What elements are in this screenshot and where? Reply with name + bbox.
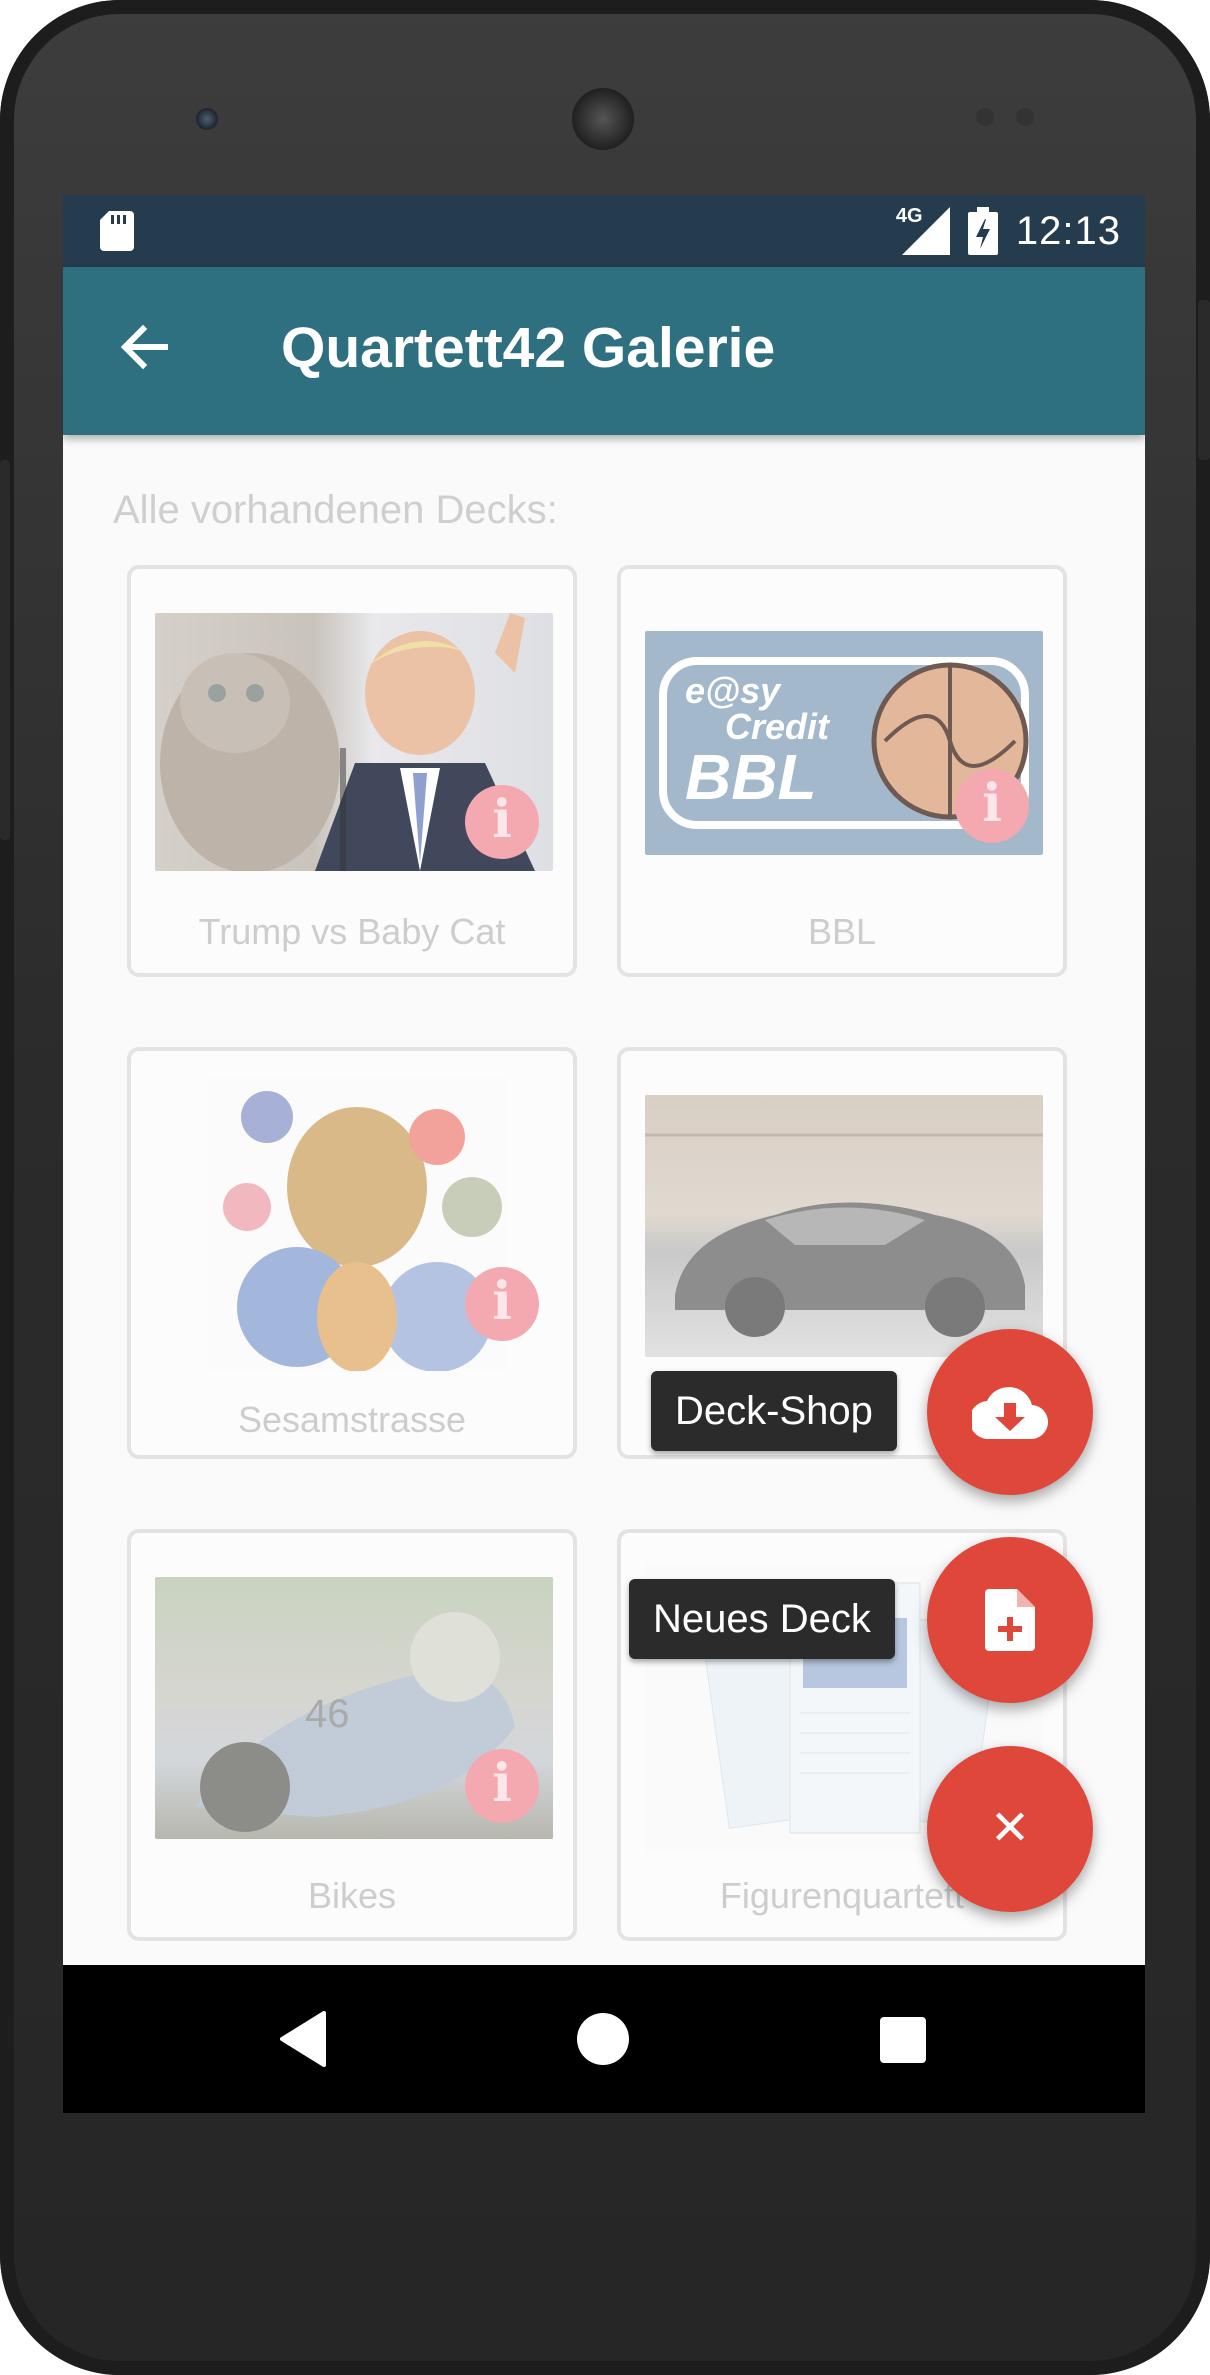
deck-shop-button[interactable] [927, 1329, 1093, 1495]
deck-card[interactable]: i Sesamstrasse [127, 1047, 577, 1459]
power-button [1198, 300, 1210, 460]
light-sensor [1016, 108, 1034, 126]
deck-name: Bikes [307, 1875, 397, 1916]
volume-button [0, 460, 10, 840]
deck-name: BBL [807, 911, 877, 952]
deck-shop-tooltip[interactable]: Deck-Shop [651, 1371, 897, 1451]
front-camera-icon [196, 108, 218, 130]
deck-name: Trump vs Baby Cat [198, 911, 506, 952]
deck-thumbnail [645, 1095, 1043, 1357]
gallery-subtitle: Alle vorhandenen Decks: [113, 488, 558, 532]
page-title: Quartett42 Galerie [281, 316, 776, 380]
signal-icon: 4G [895, 205, 950, 255]
phone-frame: 4G 12:13 Quartett42 Galerie Alle vorhand… [0, 0, 1210, 2375]
info-icon[interactable]: i [465, 785, 539, 859]
cloud-download-icon [972, 1387, 1048, 1439]
nav-recents-icon[interactable] [880, 2017, 926, 2063]
clock: 12:13 [1015, 208, 1121, 253]
proximity-sensor [976, 108, 994, 126]
deck-card[interactable]: i Trump vs Baby Cat [127, 565, 577, 977]
nav-home-icon[interactable] [577, 2013, 629, 2065]
status-icons: 4G 12:13 [896, 203, 1121, 259]
app-bar: Quartett42 Galerie [63, 267, 1145, 435]
deck-name: Sesamstrasse [237, 1399, 467, 1440]
system-nav-bar [63, 1965, 1145, 2113]
close-menu-button[interactable]: ✕ [927, 1746, 1093, 1912]
screen: 4G 12:13 Quartett42 Galerie Alle vorhand… [63, 195, 1145, 2113]
deck-card[interactable]: e@sy Credit BBL i BBL [617, 565, 1067, 977]
new-deck-button[interactable] [927, 1537, 1093, 1703]
info-icon[interactable]: i [955, 769, 1029, 843]
bbl-logo-text: e@sy Credit BBL [685, 670, 830, 813]
nav-back-icon[interactable] [278, 2011, 328, 2067]
status-bar: 4G 12:13 [63, 195, 1145, 267]
sd-card-icon [100, 211, 134, 251]
network-type: 4G [895, 205, 923, 227]
arrow-back-icon[interactable] [115, 317, 175, 377]
info-icon[interactable]: i [465, 1749, 539, 1823]
info-icon[interactable]: i [465, 1267, 539, 1341]
new-deck-tooltip[interactable]: Neues Deck [629, 1579, 895, 1659]
battery-icon [967, 207, 998, 255]
deck-thumbnail [207, 1077, 507, 1371]
earpiece-speaker [572, 88, 634, 150]
deck-card[interactable]: 46 i Bikes [127, 1529, 577, 1941]
deck-gallery: Alle vorhandenen Decks: i Trump vs Baby … [63, 435, 1145, 1965]
file-add-icon [985, 1589, 1035, 1651]
svg-text:46: 46 [305, 1692, 350, 1736]
close-icon: ✕ [989, 1800, 1031, 1856]
